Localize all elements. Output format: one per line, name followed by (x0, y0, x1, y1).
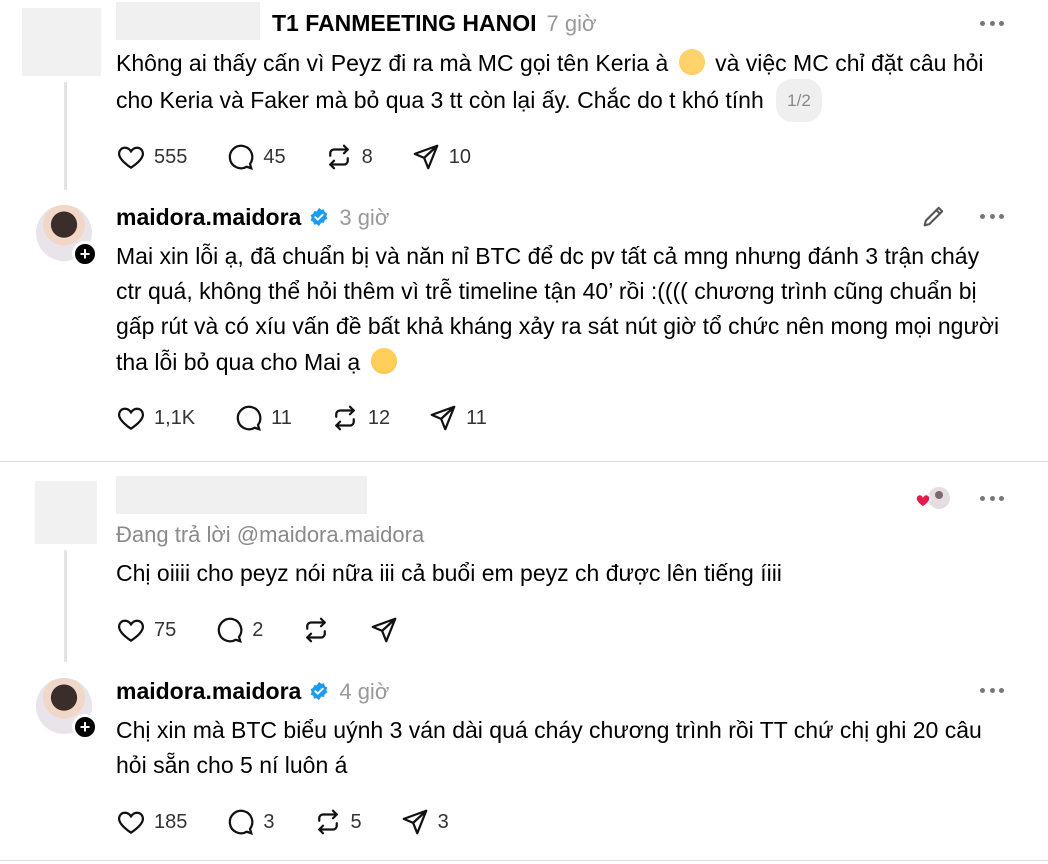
blushing-face-emoji-icon (678, 49, 705, 75)
comment-count: 2 (252, 618, 264, 641)
verified-badge-icon (311, 207, 328, 227)
share-count: 11 (466, 406, 487, 429)
username-redacted (116, 476, 367, 514)
share-button[interactable]: 11 (428, 403, 487, 433)
timestamp[interactable]: 7 giờ (547, 11, 597, 37)
repost-icon (317, 809, 338, 835)
avatar[interactable] (22, 8, 101, 76)
comment-icon (229, 144, 254, 170)
repost-icon (306, 617, 327, 643)
repost-button[interactable]: 5 (313, 807, 362, 837)
like-count: 185 (154, 810, 188, 833)
like-button[interactable]: 555 (116, 142, 187, 172)
share-button[interactable] (369, 615, 399, 645)
send-icon (402, 809, 427, 835)
comment-count: 11 (271, 406, 292, 429)
repost-count: 12 (367, 406, 391, 429)
more-options-icon[interactable] (980, 496, 1004, 502)
share-count: 10 (448, 145, 471, 168)
post-text: Không ai thấy cấn vì Peyz đi ra mà MC gọ… (116, 45, 1006, 124)
username[interactable]: T1 FANMEETING HANOI (272, 10, 537, 37)
repost-icon (335, 405, 355, 431)
more-options-icon[interactable] (980, 21, 1004, 27)
post-text: Mai xin lỗi ạ, đã chuẩn bị và năn nỉ BTC… (116, 243, 1000, 375)
comment-button[interactable]: 3 (225, 807, 275, 837)
heart-icon (118, 811, 144, 834)
like-count: 75 (154, 618, 177, 641)
avatar[interactable] (35, 481, 97, 544)
comment-icon (229, 809, 254, 835)
comment-icon (218, 617, 243, 643)
more-options-icon[interactable] (980, 688, 1004, 694)
share-button[interactable]: 10 (411, 142, 471, 172)
username[interactable]: maidora.maidora (116, 678, 301, 705)
thread-pager: 1/2 (776, 79, 822, 122)
comment-icon (236, 405, 262, 431)
follow-plus-icon[interactable]: + (72, 241, 98, 267)
post-actions: 1,1K 11 12 11 (116, 403, 525, 433)
heart-icon (118, 407, 144, 430)
timestamp[interactable]: 4 giờ (339, 679, 389, 705)
replying-to-label[interactable]: Đang trả lời @maidora.maidora (116, 522, 424, 548)
like-button[interactable]: 1,1K (116, 403, 195, 433)
share-count: 3 (437, 810, 449, 833)
share-button[interactable]: 3 (400, 807, 449, 837)
liked-by-author-icon (915, 485, 952, 511)
post-actions: 555 45 8 10 (116, 142, 509, 172)
post-actions: 75 2 (116, 615, 437, 645)
comment-count: 3 (263, 810, 275, 833)
like-count: 1,1K (154, 406, 196, 429)
comment-count: 45 (263, 145, 286, 168)
edit-pencil-icon[interactable] (920, 202, 948, 230)
repost-count: 8 (361, 145, 373, 168)
thread-line (64, 82, 67, 190)
like-count: 555 (154, 145, 188, 168)
thread-divider (0, 461, 1048, 462)
comment-button[interactable]: 2 (214, 615, 263, 645)
heart-icon (118, 146, 144, 169)
repost-count: 5 (350, 810, 362, 833)
verified-badge-icon (311, 681, 328, 701)
repost-button[interactable] (301, 615, 331, 645)
like-button[interactable]: 185 (116, 807, 187, 837)
comment-button[interactable]: 11 (233, 403, 292, 433)
thread-line (64, 550, 67, 662)
post-text: Chị xin mà BTC biểu uýnh 3 ván dài quá c… (116, 717, 982, 778)
heart-icon (118, 619, 144, 642)
like-button[interactable]: 75 (116, 615, 176, 645)
username[interactable]: maidora.maidora (116, 204, 301, 231)
send-icon (372, 617, 397, 643)
post-actions: 185 3 5 3 (116, 807, 487, 837)
timestamp[interactable]: 3 giờ (339, 205, 389, 231)
repost-button[interactable]: 8 (324, 142, 373, 172)
post-text: Chị oiiii cho peyz nói nữa iii cả buổi e… (116, 560, 782, 586)
send-icon (413, 144, 439, 170)
send-icon (430, 405, 456, 431)
comment-button[interactable]: 45 (225, 142, 286, 172)
repost-button[interactable]: 12 (330, 403, 390, 433)
more-options-icon[interactable] (980, 214, 1004, 220)
username-redacted (116, 2, 260, 40)
bottom-divider (0, 860, 1048, 861)
crying-face-emoji-icon (370, 348, 397, 374)
repost-icon (328, 144, 349, 170)
follow-plus-icon[interactable]: + (72, 714, 98, 740)
